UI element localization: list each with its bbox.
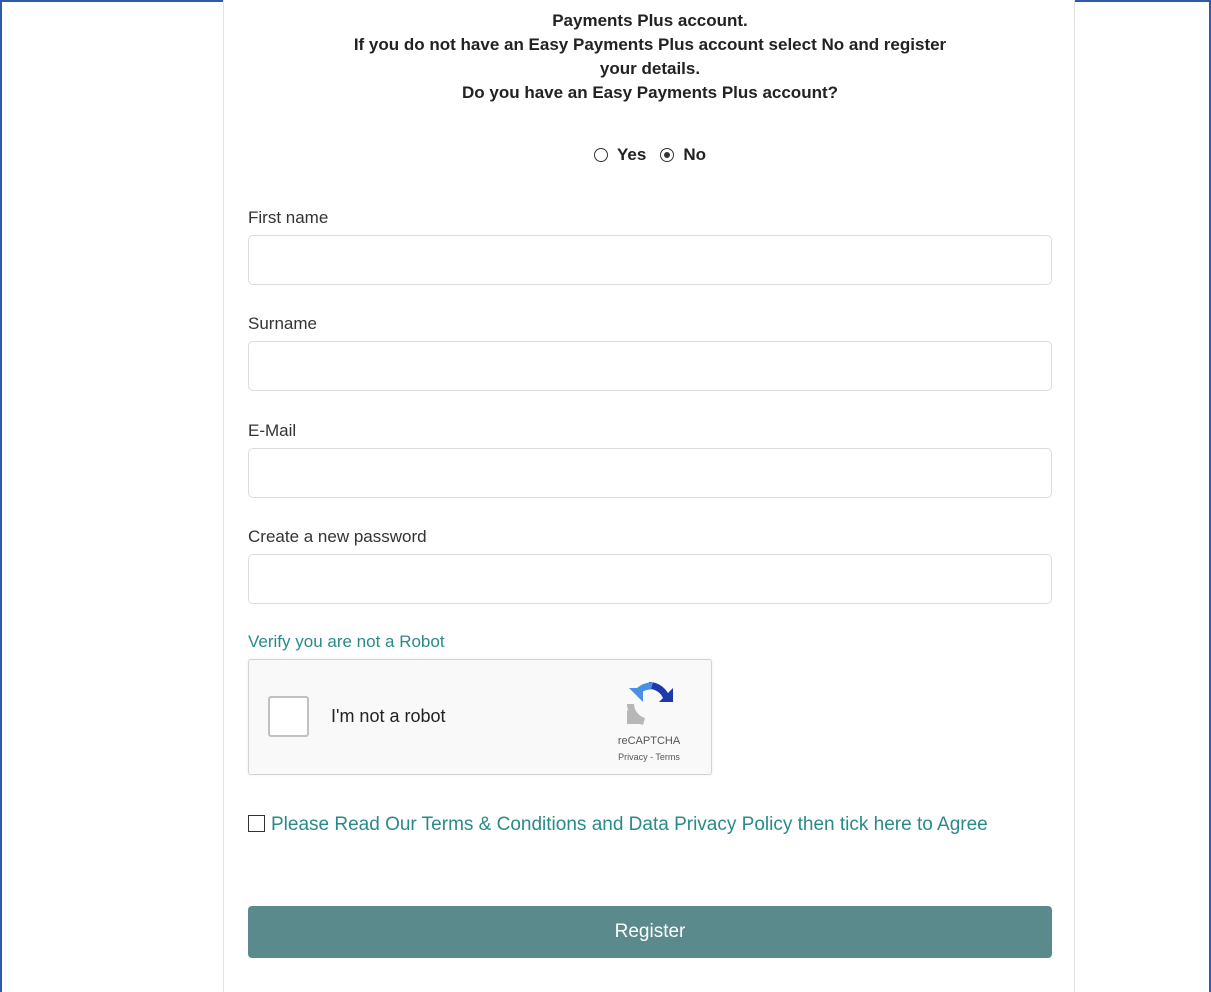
surname-label: Surname [248, 314, 317, 333]
recaptcha-label: I'm not a robot [331, 706, 446, 726]
radio-yes-circle[interactable] [594, 148, 608, 162]
recaptcha-widget: I'm not a robot reCAPTCHA Privacy - Term… [248, 659, 712, 775]
surname-input[interactable] [248, 341, 1052, 391]
recaptcha-logo-icon [627, 682, 673, 725]
captcha-heading: Verify you are not a Robot [248, 632, 445, 651]
register-button[interactable]: Register [248, 906, 1052, 958]
intro-text: Payments Plus account. If you do not hav… [224, 9, 1076, 105]
first-name-input[interactable] [248, 235, 1052, 285]
email-label: E-Mail [248, 421, 297, 440]
radio-yes-label: Yes [617, 145, 647, 164]
account-radio-group: Yes No [224, 143, 1076, 167]
intro-line-3: your details. [599, 59, 701, 78]
radio-yes[interactable]: Yes [594, 145, 646, 165]
registration-panel: Payments Plus account. If you do not hav… [223, 0, 1075, 992]
account-question: Do you have an Easy Payments Plus accoun… [461, 83, 839, 102]
email-input[interactable] [248, 448, 1052, 498]
intro-line-2: If you do not have an Easy Payments Plus… [353, 35, 947, 54]
radio-no[interactable]: No [660, 145, 706, 165]
password-label: Create a new password [248, 527, 427, 546]
terms-agreement: Please Read Our Terms & Conditions and D… [248, 810, 1058, 840]
recaptcha-brand: reCAPTCHA [617, 735, 681, 747]
password-input[interactable] [248, 554, 1052, 604]
radio-no-label: No [683, 145, 706, 164]
first-name-label: First name [248, 208, 329, 227]
recaptcha-privacy-terms-link[interactable]: Privacy - Terms [604, 752, 694, 762]
recaptcha-checkbox[interactable] [268, 696, 309, 737]
intro-line-1: Payments Plus account. [552, 11, 748, 30]
radio-no-circle[interactable] [660, 148, 675, 162]
terms-checkbox[interactable] [248, 815, 265, 832]
terms-link[interactable]: Please Read Our Terms & Conditions and D… [271, 814, 988, 835]
